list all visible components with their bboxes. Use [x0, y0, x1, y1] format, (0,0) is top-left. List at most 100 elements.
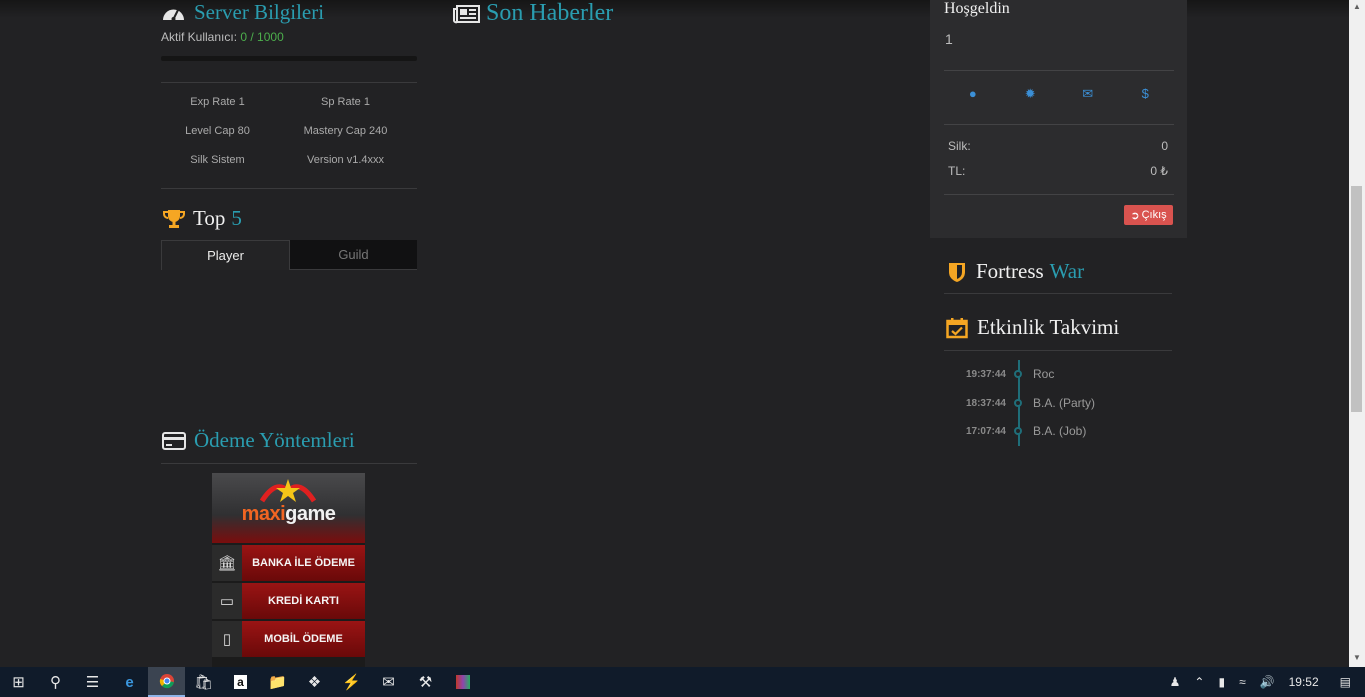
event-name: Roc [1033, 367, 1055, 381]
stat-silk-system: Silk Sistem [190, 154, 245, 166]
calendar-check-icon [946, 317, 968, 338]
news-title: Son Haberler [486, 0, 614, 26]
welcome-title: Hoşgeldin [944, 0, 1010, 17]
news-header: Son Haberler [453, 0, 613, 27]
chevron-up-icon[interactable]: ⌃ [1194, 675, 1204, 689]
tl-value: 0 ₺ [1150, 164, 1168, 178]
event-time: 17:07:44 [965, 425, 1006, 437]
divider [944, 70, 1174, 71]
winrar-icon[interactable] [444, 667, 481, 697]
maxigame-banner[interactable]: maxigame 🏛 BANKA İLE ÖDEME ▭ KREDİ KARTI… [212, 473, 365, 667]
top5-title-word: Top [193, 206, 226, 230]
tab-player[interactable]: Player [161, 240, 290, 270]
divider [161, 82, 417, 83]
chrome-icon[interactable] [148, 667, 185, 697]
divider [944, 194, 1174, 195]
credit-card-icon [162, 431, 186, 450]
pay-mobile-button[interactable]: ▯ MOBİL ÖDEME [212, 621, 365, 657]
timeline-dot [1014, 370, 1022, 378]
page-scrollbar[interactable]: ▲ ▼ [1349, 0, 1365, 667]
envelope-icon[interactable]: ✉ [1059, 86, 1117, 102]
top5-tabs: Player Guild [161, 240, 417, 270]
active-users-value: 0 / 1000 [240, 30, 284, 44]
server-info-title: Server Bilgileri [194, 0, 325, 24]
scrollbar-thumb[interactable] [1351, 186, 1362, 412]
stat-sp-rate: Sp Rate 1 [321, 96, 370, 108]
wifi-icon[interactable]: ≈ [1239, 675, 1246, 689]
stat-exp-rate: Exp Rate 1 [190, 96, 245, 108]
scroll-up-icon[interactable]: ▲ [1349, 2, 1365, 11]
mail-icon[interactable]: ✉ [370, 667, 407, 697]
user-actions: ● ✹ ✉ $ [944, 86, 1174, 102]
pay-card-button[interactable]: ▭ KREDİ KARTI [212, 583, 365, 619]
notifications-icon[interactable]: ▤ [1340, 675, 1351, 689]
clock[interactable]: 19:52 [1289, 675, 1319, 689]
scroll-down-icon[interactable]: ▼ [1349, 653, 1365, 662]
people-icon[interactable]: ♟ [1170, 675, 1181, 689]
active-users-label: Aktif Kullanıcı: [161, 30, 238, 44]
event-time: 19:37:44 [965, 368, 1006, 380]
divider [944, 124, 1174, 125]
system-tray: ♟ ⌃ ▮ ≈ 🔊 19:52 ▤ [1163, 667, 1365, 697]
task-view-icon[interactable]: ☰ [74, 667, 111, 697]
timeline-dot [1014, 427, 1022, 435]
search-icon[interactable]: ⚲ [37, 667, 74, 697]
fortress-header: Fortress War [948, 259, 1084, 284]
logout-icon: ➲ [1130, 209, 1140, 222]
user-panel [930, 0, 1187, 238]
top5-header: Top 5 [163, 206, 242, 231]
fortress-title-word2: War [1049, 259, 1085, 283]
event-name: B.A. (Party) [1033, 396, 1096, 410]
tools-icon[interactable]: ⚒ [407, 667, 444, 697]
event-item: 17:07:44 B.A. (Job) [944, 423, 1174, 439]
stat-version: Version v1.4xxx [306, 154, 385, 166]
volume-icon[interactable]: 🔊 [1260, 675, 1275, 689]
windows-taskbar: ⊞ ⚲ ☰ e 🛍 a 📁 ❖ ⚡ ✉ ⚒ ♟ ⌃ ▮ ≈ 🔊 19:52 ▤ [0, 667, 1365, 697]
tl-label: TL: [948, 164, 966, 178]
fortress-title-word1: Fortress [976, 259, 1044, 283]
user-icon[interactable]: ● [944, 86, 1002, 102]
dropbox-icon[interactable]: ❖ [296, 667, 333, 697]
dashboard-icon [163, 9, 184, 21]
file-explorer-icon[interactable]: 📁 [259, 667, 296, 697]
events-title: Etkinlik Takvimi [977, 315, 1120, 339]
battery-icon[interactable]: ▮ [1218, 675, 1225, 689]
server-info-header: Server Bilgileri [161, 0, 324, 25]
payment-header: Ödeme Yöntemleri [162, 428, 355, 453]
maxigame-logo: maxigame [212, 473, 365, 543]
tl-row: TL: 0 ₺ [948, 164, 1168, 178]
divider [944, 293, 1172, 294]
divider [161, 188, 417, 189]
maxigame-emblem-icon [259, 479, 317, 503]
bank-icon: 🏛 [212, 545, 242, 581]
stat-level-cap: Level Cap 80 [185, 125, 250, 137]
windows-start-icon[interactable]: ⊞ [0, 667, 37, 697]
event-time: 18:37:44 [965, 397, 1006, 409]
logout-button[interactable]: ➲ Çıkış [1124, 205, 1173, 225]
top5-title-number: 5 [231, 206, 242, 230]
dollar-icon[interactable]: $ [1117, 86, 1175, 102]
user-value: 1 [945, 31, 953, 47]
pay-bank-button[interactable]: 🏛 BANKA İLE ÖDEME [212, 545, 365, 581]
events-header: Etkinlik Takvimi [946, 315, 1119, 340]
gear-icon[interactable]: ✹ [1002, 86, 1060, 102]
amazon-icon[interactable]: a [222, 667, 259, 697]
bolt-app-icon[interactable]: ⚡ [333, 667, 370, 697]
tab-guild[interactable]: Guild [290, 240, 417, 270]
timeline-dot [1014, 399, 1022, 407]
logout-label: Çıkış [1141, 209, 1167, 221]
divider [161, 463, 417, 464]
newspaper-icon [453, 4, 480, 23]
edge-icon[interactable]: e [111, 667, 148, 697]
event-name: B.A. (Job) [1033, 424, 1087, 438]
active-users: Aktif Kullanıcı: 0 / 1000 [161, 30, 284, 44]
store-icon[interactable]: 🛍 [185, 667, 222, 697]
pay-card-label: KREDİ KARTI [268, 595, 339, 607]
shield-icon [949, 262, 965, 282]
server-stats: Exp Rate 1 Sp Rate 1 Level Cap 80 Master… [161, 96, 417, 183]
active-users-progress [161, 56, 417, 61]
card-icon: ▭ [212, 583, 242, 619]
silk-label: Silk: [948, 139, 971, 153]
maxigame-wordmark: maxigame [241, 503, 336, 525]
divider [944, 350, 1172, 351]
